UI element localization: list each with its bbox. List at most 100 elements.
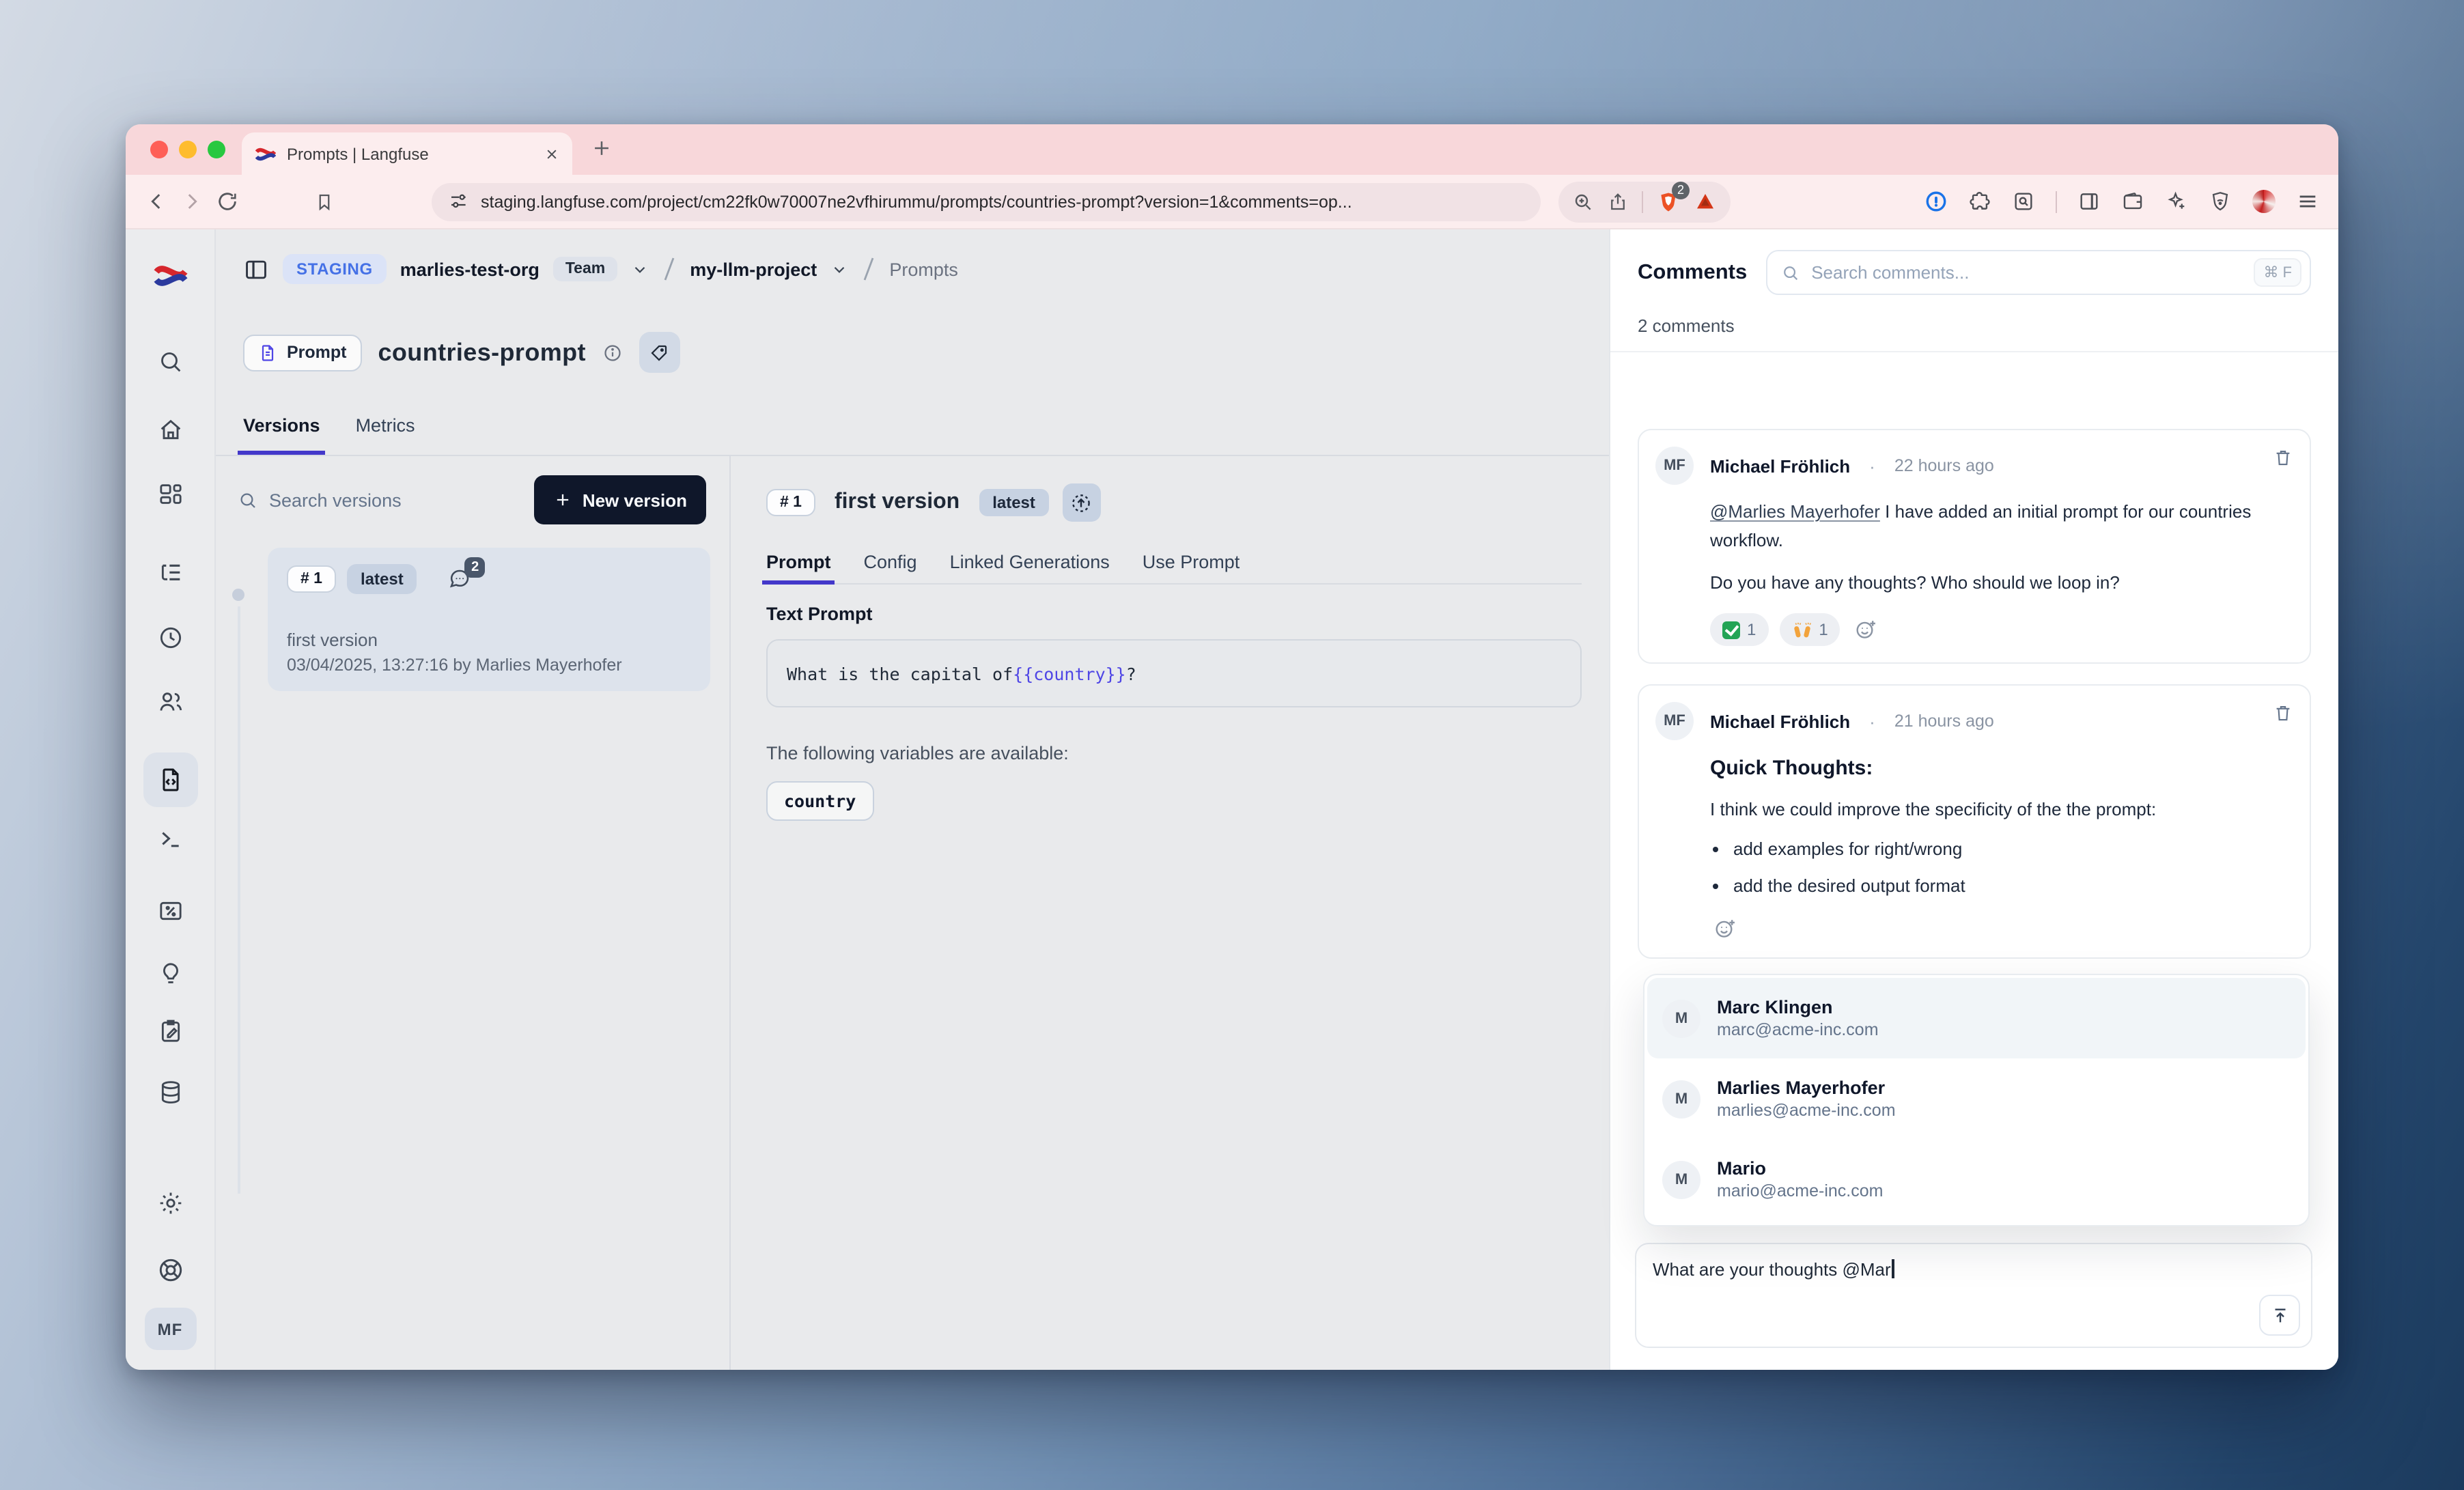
close-window-button[interactable]: [150, 141, 168, 158]
collapse-sidebar-icon[interactable]: [243, 256, 269, 282]
rail-search-icon[interactable]: [156, 348, 184, 376]
variable-pill[interactable]: country: [766, 781, 873, 821]
reaction-hands-pill[interactable]: 1: [1779, 613, 1840, 646]
comment-card: MF Michael Fröhlich · 22 hours ago @Marl…: [1638, 429, 2311, 664]
url-bar[interactable]: staging.langfuse.com/project/cm22fk0w700…: [432, 182, 1541, 221]
version-name: first version: [287, 630, 691, 650]
new-version-button[interactable]: New version: [535, 475, 706, 524]
mention-option[interactable]: M Mario mario@acme-inc.com: [1647, 1139, 2306, 1220]
reload-icon[interactable]: [216, 190, 239, 213]
tab-use-prompt[interactable]: Use Prompt: [1143, 541, 1240, 583]
mention-email: marc@acme-inc.com: [1717, 1020, 1879, 1039]
rail-home-icon[interactable]: [156, 417, 184, 444]
rail-datasets-icon[interactable]: [156, 1079, 184, 1106]
promote-version-button[interactable]: [1063, 483, 1101, 522]
share-icon[interactable]: [1608, 191, 1628, 212]
leo-ai-sparkle-icon[interactable]: [2165, 190, 2188, 213]
reaction-check-pill[interactable]: 1: [1710, 613, 1768, 646]
tab-prompt[interactable]: Prompt: [766, 541, 831, 583]
minimize-window-button[interactable]: [179, 141, 197, 158]
rail-settings-gear-icon[interactable]: [156, 1190, 184, 1217]
new-version-label: New version: [583, 490, 687, 510]
breadcrumb-org[interactable]: marlies-test-org: [400, 259, 540, 279]
breadcrumb-project[interactable]: my-llm-project: [690, 259, 817, 279]
comment-author: Michael Fröhlich: [1710, 711, 1850, 731]
delete-comment-icon[interactable]: [2273, 702, 2293, 724]
rail-prompts-icon-active[interactable]: [143, 753, 197, 807]
comments-search[interactable]: ⌘ F: [1766, 250, 2311, 295]
forward-icon[interactable]: [180, 190, 204, 213]
sidebar-toggle-icon[interactable]: [2077, 190, 2101, 213]
back-icon[interactable]: [145, 190, 168, 213]
reactions-row: [1710, 916, 2291, 940]
rail-users-icon[interactable]: [156, 688, 184, 716]
tag-button[interactable]: [639, 332, 680, 373]
versions-search-input[interactable]: [269, 490, 474, 510]
mention-option[interactable]: M Marc Klingen marc@acme-inc.com: [1647, 978, 2306, 1058]
add-reaction-icon[interactable]: [1713, 916, 1737, 940]
mention-option[interactable]: M Marlies Mayerhofer marlies@acme-inc.co…: [1647, 1058, 2306, 1139]
zoom-page-icon[interactable]: [1572, 191, 1594, 212]
prompt-tabs: Versions Metrics: [216, 396, 1609, 456]
rail-support-lifebuoy-icon[interactable]: [156, 1256, 184, 1284]
brave-logo-icon[interactable]: [1694, 191, 1717, 212]
versions-toolbar: New version: [238, 475, 706, 524]
fullscreen-window-button[interactable]: [208, 141, 225, 158]
close-tab-icon[interactable]: [545, 147, 559, 160]
langfuse-app: MF STAGING marlies-test-org Team: [126, 229, 2338, 1370]
environment-badge: STAGING: [283, 254, 387, 284]
new-tab-icon[interactable]: [590, 137, 613, 160]
rail-sessions-clock-icon[interactable]: [156, 624, 184, 651]
comment-draft-text[interactable]: What are your thoughts @Mar: [1653, 1259, 1891, 1280]
rail-dashboards-icon[interactable]: [156, 481, 184, 508]
search-icon: [1781, 263, 1800, 282]
content-row: New version # 1 latest 2: [216, 456, 1609, 1370]
page-actions-group: 2: [1558, 181, 1731, 222]
tab-versions[interactable]: Versions: [243, 396, 320, 455]
info-icon[interactable]: [602, 342, 623, 363]
vpn-shield-icon[interactable]: [2209, 190, 2232, 213]
rail-evals-lightbulb-icon[interactable]: [156, 960, 184, 987]
submit-comment-button[interactable]: [2259, 1295, 2300, 1336]
tab-config[interactable]: Config: [864, 541, 917, 583]
comment-card: MF Michael Fröhlich · 21 hours ago Quick…: [1638, 684, 2311, 958]
org-chevron-down-icon[interactable]: [631, 260, 649, 278]
search-tabs-icon[interactable]: [2012, 190, 2035, 213]
versions-search[interactable]: [238, 490, 474, 510]
comment-heading: Quick Thoughts:: [1710, 753, 2291, 786]
bookmark-icon[interactable]: [314, 191, 335, 212]
mention-link[interactable]: @Marlies Mayerhofer: [1710, 501, 1880, 522]
breadcrumb-slash-icon: [862, 255, 876, 283]
mention-email: marlies@acme-inc.com: [1717, 1101, 1896, 1120]
rail-tracing-icon[interactable]: [156, 560, 184, 587]
tab-metrics[interactable]: Metrics: [356, 396, 415, 455]
menu-hamburger-icon[interactable]: [2296, 190, 2319, 213]
password-manager-icon[interactable]: [1924, 190, 1948, 213]
brave-shields-icon[interactable]: 2: [1657, 189, 1680, 214]
rail-playground-terminal-icon[interactable]: [156, 825, 184, 852]
breadcrumb-section: Prompts: [889, 259, 958, 279]
version-list-item[interactable]: # 1 latest 2 first version 03/04/2025, 1…: [268, 548, 710, 691]
project-chevron-down-icon[interactable]: [830, 260, 848, 278]
rail-user-avatar[interactable]: MF: [144, 1308, 196, 1350]
url-text[interactable]: staging.langfuse.com/project/cm22fk0w700…: [481, 192, 1352, 211]
comments-search-input[interactable]: [1811, 262, 2243, 283]
rail-scores-icon[interactable]: [156, 897, 184, 925]
avatar: MF: [1655, 447, 1694, 485]
browser-tab[interactable]: Prompts | Langfuse: [242, 132, 572, 175]
comment-author: Michael Fröhlich: [1710, 455, 1850, 476]
delete-comment-icon[interactable]: [2273, 447, 2293, 468]
comment-body: Quick Thoughts: I think we could improve…: [1710, 753, 2291, 899]
version-comments-button[interactable]: 2: [447, 567, 473, 591]
rail-annotation-icon[interactable]: [156, 1017, 184, 1045]
prompt-type-badge: Prompt: [243, 334, 362, 371]
profile-avatar-icon[interactable]: [2252, 190, 2276, 213]
reactions-row: 1 1: [1710, 613, 2291, 646]
comment-input[interactable]: What are your thoughts @Mar: [1635, 1243, 2312, 1348]
site-settings-icon[interactable]: [448, 191, 468, 212]
extensions-puzzle-icon[interactable]: [1968, 190, 1991, 213]
tab-linked-generations[interactable]: Linked Generations: [950, 541, 1110, 583]
comments-divider: [1610, 351, 2338, 352]
wallet-icon[interactable]: [2121, 190, 2144, 213]
add-reaction-icon[interactable]: [1854, 617, 1879, 642]
